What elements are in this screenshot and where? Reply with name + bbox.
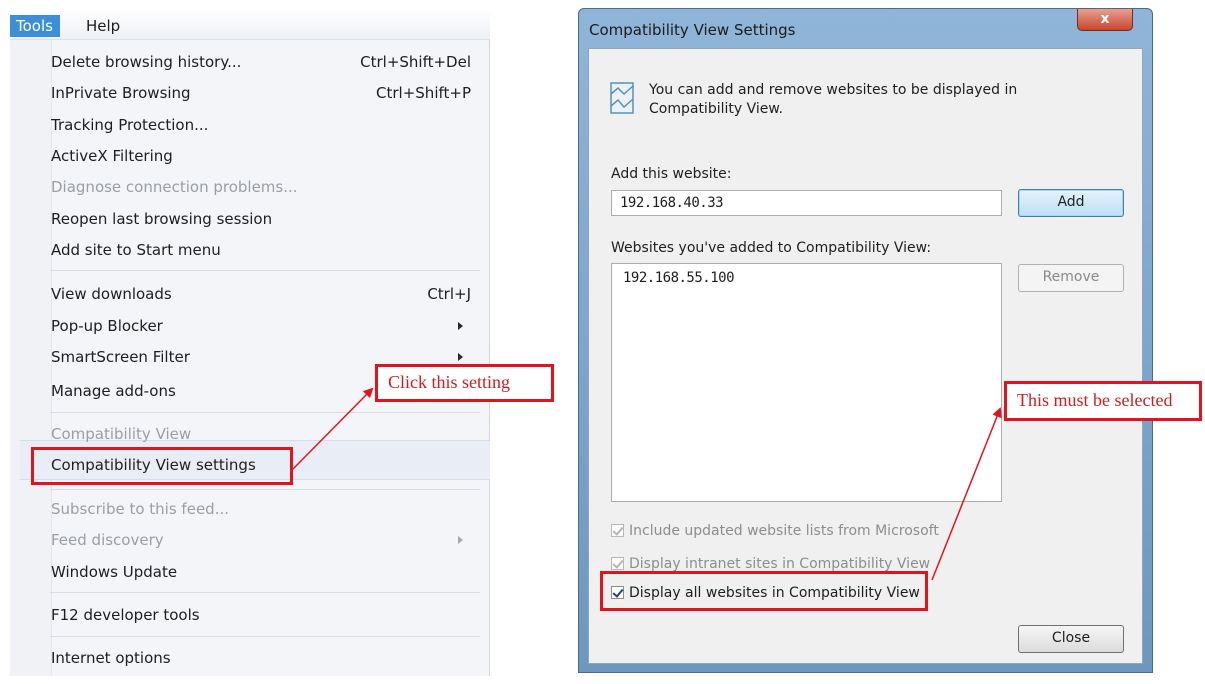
menu-item-label: F12 developer tools bbox=[51, 606, 200, 624]
menu-item-label: Internet options bbox=[51, 649, 171, 667]
menu-item-compatibility-view: Compatibility View bbox=[51, 421, 471, 447]
menu-help[interactable]: Help bbox=[80, 15, 126, 37]
menu-item-label: Subscribe to this feed... bbox=[51, 500, 229, 518]
menu-separator bbox=[50, 489, 480, 490]
menu-item-f12-developer-tools[interactable]: F12 developer tools bbox=[51, 602, 471, 628]
menu-item-label: ActiveX Filtering bbox=[51, 147, 173, 165]
menu-item-view-downloads[interactable]: View downloads Ctrl+J bbox=[51, 281, 471, 307]
menu-item-tracking-protection[interactable]: Tracking Protection... bbox=[51, 112, 471, 138]
menu-item-label: Reopen last browsing session bbox=[51, 210, 273, 228]
add-website-label: Add this website: bbox=[611, 166, 732, 182]
annotation-highlight-box bbox=[600, 571, 928, 611]
submenu-arrow-icon bbox=[458, 536, 463, 544]
menu-item-label: Windows Update bbox=[51, 563, 178, 581]
compatibility-view-icon bbox=[610, 82, 634, 114]
menu-separator bbox=[50, 412, 480, 413]
websites-list[interactable]: 192.168.55.100 bbox=[611, 263, 1002, 502]
menu-item-label: View downloads bbox=[51, 285, 172, 303]
menu-item-add-to-start-menu[interactable]: Add site to Start menu bbox=[51, 237, 471, 263]
menu-item-label: Delete browsing history... bbox=[51, 53, 242, 71]
menu-item-label: Compatibility View bbox=[51, 425, 192, 443]
menu-item-label: Manage add-ons bbox=[51, 382, 176, 400]
submenu-arrow-icon bbox=[458, 353, 463, 361]
menu-separator bbox=[50, 592, 480, 593]
close-button[interactable]: Close bbox=[1018, 625, 1124, 653]
checkbox-label: Include updated website lists from Micro… bbox=[629, 523, 939, 539]
menu-item-label: InPrivate Browsing bbox=[51, 84, 191, 102]
menu-separator bbox=[50, 270, 480, 271]
dialog-intro-text: You can add and remove websites to be di… bbox=[649, 82, 1018, 117]
menu-item-shortcut: Ctrl+J bbox=[427, 285, 471, 303]
menu-item-shortcut: Ctrl+Shift+P bbox=[376, 84, 471, 102]
menu-item-label: Tracking Protection... bbox=[51, 116, 209, 134]
checkbox-checked-icon bbox=[611, 524, 624, 537]
menu-item-inprivate-browsing[interactable]: InPrivate Browsing Ctrl+Shift+P bbox=[51, 80, 471, 106]
menu-item-activex-filtering[interactable]: ActiveX Filtering bbox=[51, 143, 471, 169]
menu-item-label: Pop-up Blocker bbox=[51, 317, 163, 335]
menu-item-label: Feed discovery bbox=[51, 531, 164, 549]
annotation-highlight-box bbox=[31, 447, 293, 485]
annotation-callout-click-setting: Click this setting bbox=[375, 364, 554, 402]
menu-item-windows-update[interactable]: Windows Update bbox=[51, 559, 471, 585]
submenu-arrow-icon bbox=[458, 322, 463, 330]
menu-item-reopen-last-session[interactable]: Reopen last browsing session bbox=[51, 206, 471, 232]
list-item[interactable]: 192.168.55.100 bbox=[623, 270, 735, 286]
menu-bar: Tools Help bbox=[10, 12, 490, 40]
menu-item-shortcut: Ctrl+Shift+Del bbox=[360, 53, 471, 71]
menu-item-feed-discovery: Feed discovery bbox=[51, 527, 471, 553]
checkbox-include-updated-lists[interactable]: Include updated website lists from Micro… bbox=[611, 523, 939, 539]
remove-button[interactable]: Remove bbox=[1018, 264, 1124, 292]
menu-item-label: Diagnose connection problems... bbox=[51, 178, 298, 196]
menu-item-popup-blocker[interactable]: Pop-up Blocker bbox=[51, 313, 471, 339]
menu-item-internet-options[interactable]: Internet options bbox=[51, 645, 471, 671]
checkbox-checked-icon bbox=[611, 557, 624, 570]
websites-list-label: Websites you've added to Compatibility V… bbox=[611, 240, 932, 256]
checkbox-label: Display intranet sites in Compatibility … bbox=[629, 556, 931, 572]
menu-item-subscribe-feed: Subscribe to this feed... bbox=[51, 496, 471, 522]
page-margin bbox=[1155, 10, 1199, 674]
add-button[interactable]: Add bbox=[1018, 189, 1124, 217]
menu-item-delete-browsing-history[interactable]: Delete browsing history... Ctrl+Shift+De… bbox=[51, 49, 471, 75]
dialog-close-x-button[interactable]: x bbox=[1077, 9, 1133, 31]
menu-separator bbox=[50, 636, 480, 637]
menu-item-label: SmartScreen Filter bbox=[51, 348, 190, 366]
menu-item-label: Add site to Start menu bbox=[51, 241, 221, 259]
add-website-input[interactable]: 192.168.40.33 bbox=[611, 190, 1002, 216]
menu-icon-gutter bbox=[10, 40, 52, 676]
annotation-callout-must-select: This must be selected bbox=[1004, 381, 1202, 421]
menu-tools[interactable]: Tools bbox=[10, 15, 60, 37]
menu-item-diagnose-connection: Diagnose connection problems... bbox=[51, 174, 471, 200]
checkbox-display-intranet-sites[interactable]: Display intranet sites in Compatibility … bbox=[611, 556, 930, 572]
dialog-title: Compatibility View Settings bbox=[589, 21, 796, 39]
